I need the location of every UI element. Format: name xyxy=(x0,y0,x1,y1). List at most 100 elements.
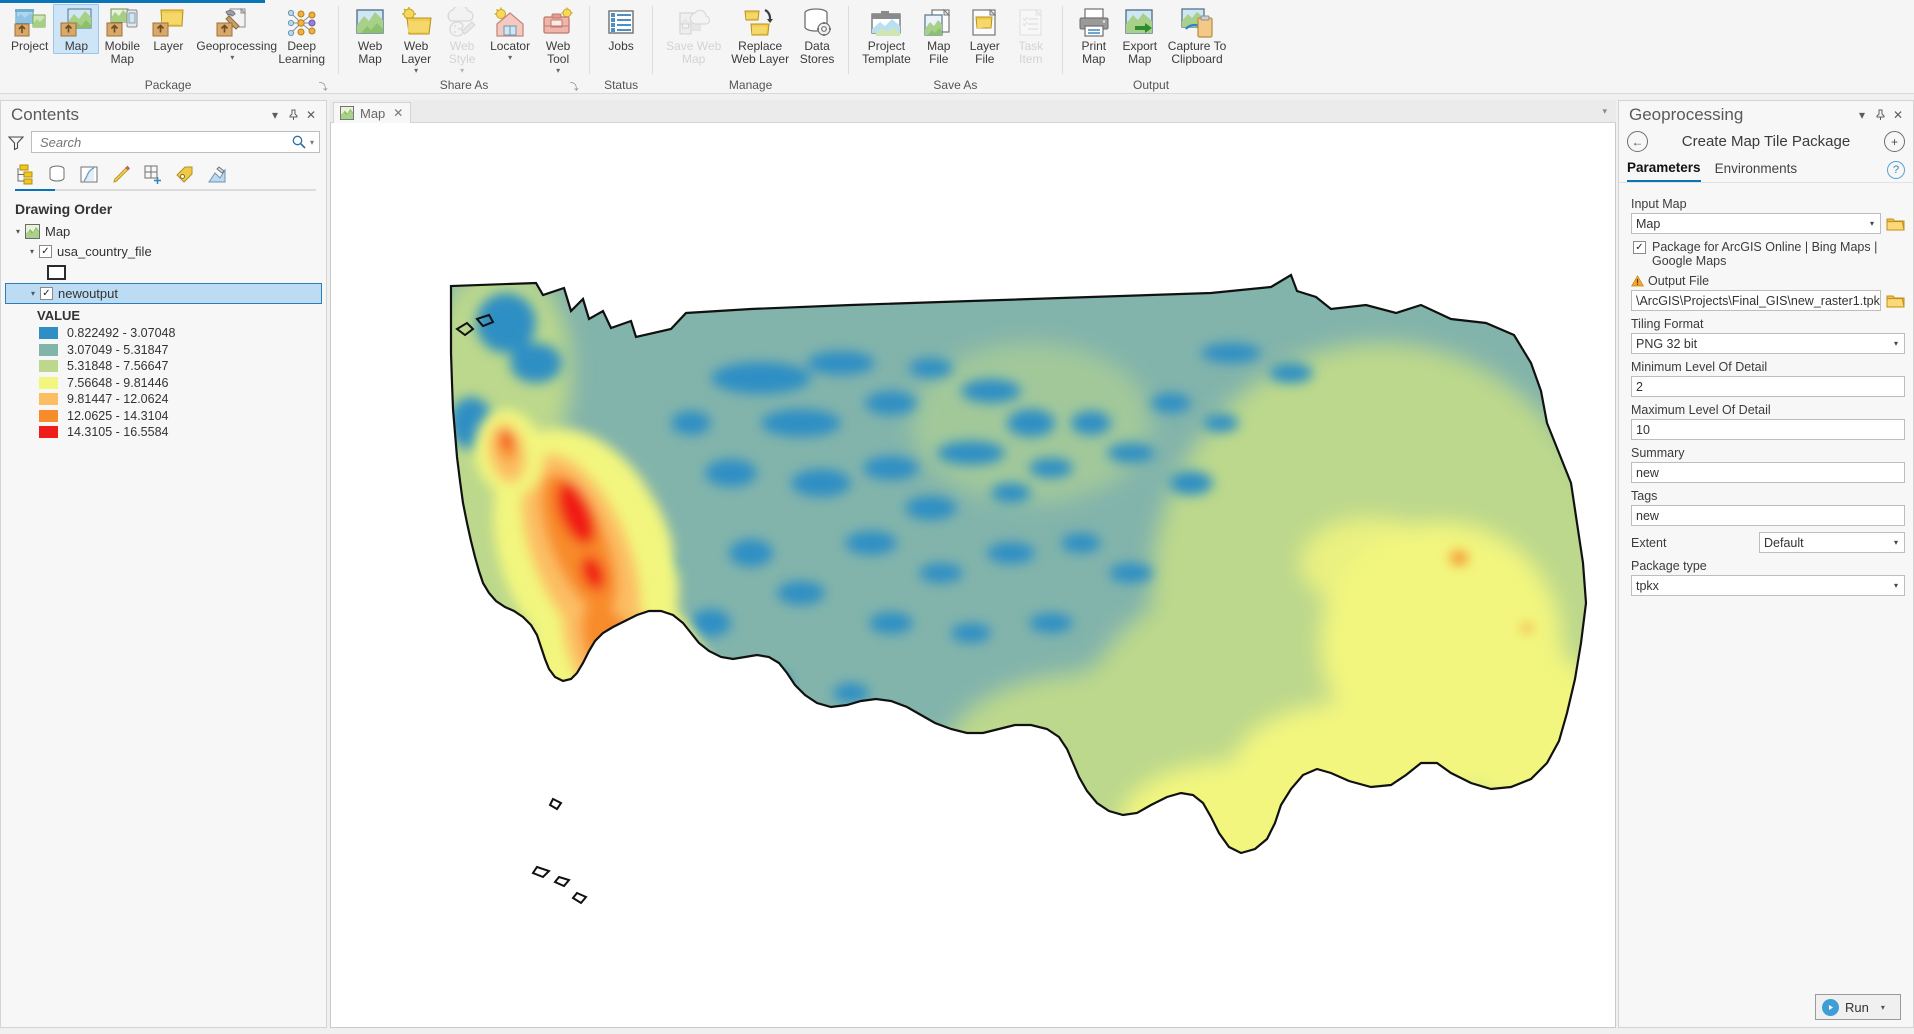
tiling-format-combo[interactable]: PNG 32 bit ▾ xyxy=(1631,333,1905,354)
ribbon-button-web-tool[interactable]: Web Tool ▾ xyxy=(535,4,581,75)
search-input[interactable] xyxy=(38,133,291,151)
package-type-label: Package type xyxy=(1631,559,1707,573)
ribbon-button-layer[interactable]: Layer xyxy=(145,4,191,54)
locator-icon xyxy=(493,7,527,39)
add-tool-button[interactable]: + xyxy=(1884,131,1905,152)
toc-layer-newoutput[interactable]: ▾ ✓ newoutput xyxy=(5,283,322,304)
chevron-down-icon[interactable]: ▾ xyxy=(1602,106,1607,117)
legend-color-swatch[interactable] xyxy=(39,343,58,356)
chevron-down-icon[interactable]: ▾ xyxy=(1888,334,1904,353)
tab-environments[interactable]: Environments xyxy=(1715,159,1798,181)
chevron-down-icon[interactable]: ▾ xyxy=(1888,533,1904,552)
ribbon-button-web-map[interactable]: Web Map xyxy=(347,4,393,67)
ribbon-button-web-layer[interactable]: Web Layer ▾ xyxy=(393,4,439,75)
filter-icon[interactable] xyxy=(7,133,25,151)
ribbon-button-replace-web-layer[interactable]: Replace Web Layer xyxy=(726,4,794,67)
close-icon[interactable]: ✕ xyxy=(393,106,403,120)
legend-color-swatch[interactable] xyxy=(39,360,58,373)
geoprocessing-close-icon[interactable]: ✕ xyxy=(1889,106,1907,124)
ribbon-button-layer-file[interactable]: Layer File xyxy=(962,4,1008,67)
expand-arrow-icon[interactable]: ▾ xyxy=(25,247,39,256)
legend-color-swatch[interactable] xyxy=(39,393,58,406)
extent-combo[interactable]: Default ▾ xyxy=(1759,532,1905,553)
browse-folder-icon[interactable] xyxy=(1886,292,1905,310)
expand-arrow-icon[interactable]: ▾ xyxy=(26,289,40,298)
ribbon-button-locator[interactable]: Locator ▾ xyxy=(485,4,535,62)
ribbon-button-map-file[interactable]: Map File xyxy=(916,4,962,67)
legend-item[interactable]: 3.07049 - 5.31847 xyxy=(5,342,326,359)
ribbon-button-geoprocessing[interactable]: Geoprocessing ▾ xyxy=(191,4,277,62)
legend-item[interactable]: 7.56648 - 9.81446 xyxy=(5,375,326,392)
geoprocessing-menu-caret-icon[interactable]: ▾ xyxy=(1853,106,1871,124)
legend-color-swatch[interactable] xyxy=(39,409,58,422)
map-canvas[interactable] xyxy=(330,123,1616,1028)
ribbon-button-project-template[interactable]: Project Template xyxy=(857,4,916,67)
toc-map-node[interactable]: ▾ Map xyxy=(5,221,326,241)
tab-parameters[interactable]: Parameters xyxy=(1627,158,1701,182)
layer-visibility-checkbox[interactable]: ✓ xyxy=(40,287,53,300)
legend-item[interactable]: 5.31848 - 7.56647 xyxy=(5,358,326,375)
ribbon-button-data-stores[interactable]: Data Stores xyxy=(794,4,840,67)
chevron-down-icon[interactable]: ▾ xyxy=(230,54,234,62)
chevron-down-icon[interactable]: ▾ xyxy=(1864,214,1880,233)
geoprocessing-auto-hide-pin-icon[interactable] xyxy=(1871,106,1889,124)
tags-input[interactable]: new xyxy=(1631,505,1905,526)
contents-menu-caret-icon[interactable]: ▾ xyxy=(266,106,284,124)
ribbon-button-project[interactable]: Project xyxy=(6,4,53,54)
polygon-outline-swatch[interactable] xyxy=(47,264,66,280)
list-by-snapping-icon[interactable] xyxy=(143,164,163,185)
input-map-combo[interactable]: Map ▾ xyxy=(1631,213,1881,234)
ribbon-button-jobs[interactable]: Jobs xyxy=(598,4,644,54)
list-by-diagram-icon[interactable] xyxy=(207,164,227,185)
package-type-combo[interactable]: tpkx ▾ xyxy=(1631,575,1905,596)
output-file-input[interactable]: \ArcGIS\Projects\Final_GIS\new_raster1.t… xyxy=(1631,290,1881,311)
search-icon[interactable] xyxy=(291,134,307,150)
package-for-online-checkbox[interactable]: ✓ xyxy=(1633,241,1646,254)
list-by-drawing-order-icon[interactable] xyxy=(15,164,35,185)
search-options-caret-icon[interactable]: ▾ xyxy=(307,138,317,147)
usa-country-file-symbol-row[interactable] xyxy=(5,261,326,283)
legend-item[interactable]: 14.3105 - 16.5584 xyxy=(5,424,326,441)
chevron-down-icon[interactable]: ▾ xyxy=(460,67,464,75)
legend-color-swatch[interactable] xyxy=(39,327,58,340)
layer-visibility-checkbox[interactable]: ✓ xyxy=(39,244,52,258)
max-lod-input[interactable]: 10 xyxy=(1631,419,1905,440)
legend-item[interactable]: 12.0625 - 14.3104 xyxy=(5,408,326,425)
ribbon-button-print-map[interactable]: Print Map xyxy=(1071,4,1117,67)
chevron-down-icon[interactable]: ▾ xyxy=(556,67,560,75)
contents-search-box[interactable]: ▾ xyxy=(31,131,320,153)
legend-color-swatch[interactable] xyxy=(39,376,58,389)
chevron-down-icon[interactable]: ▾ xyxy=(1888,576,1904,595)
chevron-down-icon[interactable]: ▾ xyxy=(414,67,418,75)
back-button[interactable]: ← xyxy=(1627,131,1648,152)
list-by-editing-icon[interactable] xyxy=(111,164,131,185)
package-for-online-row[interactable]: ✓ Package for ArcGIS Online | Bing Maps … xyxy=(1633,240,1905,268)
ribbon-group-label: Share As ⤵ xyxy=(347,76,581,94)
ribbon-button-map[interactable]: Map xyxy=(53,4,100,54)
toc-layer-usa-country-file[interactable]: ▾ ✓ usa_country_file xyxy=(5,241,326,261)
ribbon-button-capture-to-clipboard[interactable]: Capture To Clipboard xyxy=(1163,4,1231,67)
list-by-data-source-icon[interactable] xyxy=(47,164,67,185)
contents-close-icon[interactable]: ✕ xyxy=(302,106,320,124)
summary-input[interactable]: new xyxy=(1631,462,1905,483)
chevron-down-icon[interactable]: ▾ xyxy=(508,54,512,62)
expand-arrow-icon[interactable]: ▾ xyxy=(11,227,25,236)
dialog-launcher-icon[interactable]: ⤵ xyxy=(318,82,328,92)
ribbon-button-deep-learning[interactable]: Deep Learning xyxy=(273,4,330,67)
browse-folder-icon[interactable] xyxy=(1886,215,1905,233)
ribbon-button-export-map[interactable]: Export Map xyxy=(1117,4,1163,67)
run-button[interactable]: Run ▾ xyxy=(1815,994,1901,1020)
help-icon[interactable]: ? xyxy=(1887,161,1905,179)
ribbon-group-output: Print Map Export Map Capture To Clipboard O… xyxy=(1065,0,1237,94)
legend-color-swatch[interactable] xyxy=(39,426,58,439)
legend-item[interactable]: 9.81447 - 12.0624 xyxy=(5,391,326,408)
list-by-labeling-icon[interactable] xyxy=(175,164,195,185)
ribbon-button-mobile-map[interactable]: Mobile Map xyxy=(99,4,145,67)
dialog-launcher-icon[interactable]: ⤵ xyxy=(569,82,579,92)
contents-auto-hide-pin-icon[interactable] xyxy=(284,106,302,124)
min-lod-input[interactable]: 2 xyxy=(1631,376,1905,397)
chevron-down-icon[interactable]: ▾ xyxy=(1881,1003,1885,1012)
legend-item[interactable]: 0.822492 - 3.07048 xyxy=(5,325,326,342)
list-by-selection-icon[interactable] xyxy=(79,164,99,185)
tab-map[interactable]: Map ✕ xyxy=(333,102,412,123)
